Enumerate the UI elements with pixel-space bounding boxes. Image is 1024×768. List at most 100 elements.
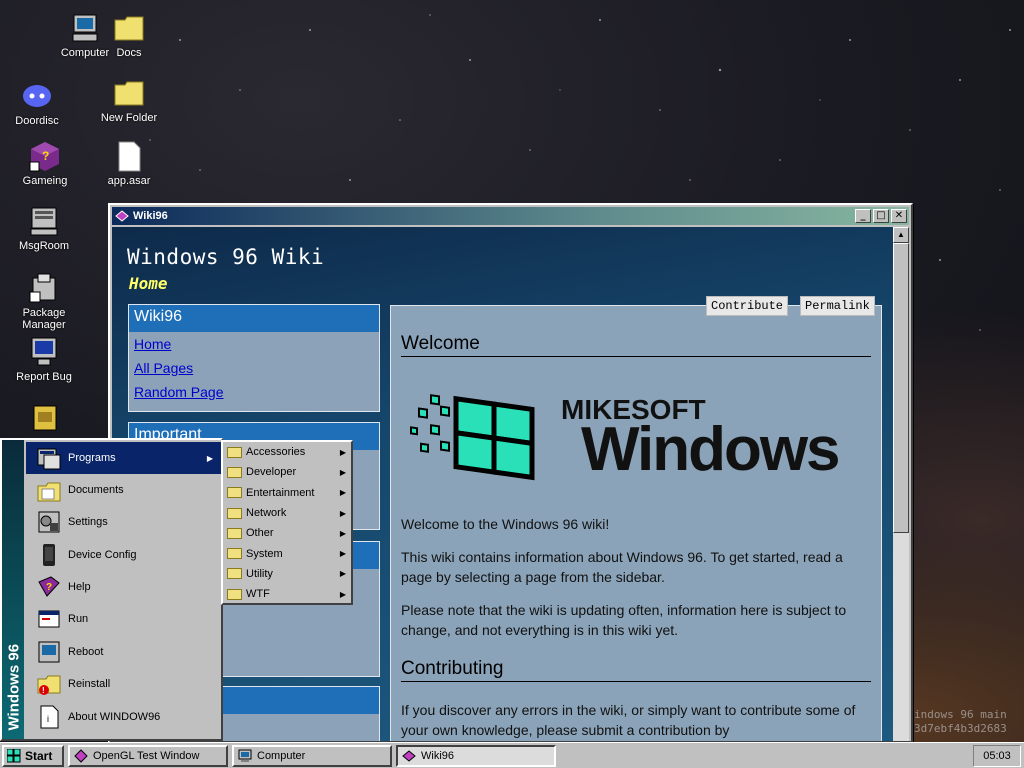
start-item-settings[interactable]: Settings xyxy=(26,506,221,538)
taskbar-item-opengl[interactable]: OpenGL Test Window xyxy=(68,744,228,767)
submenu-item-label: Utility xyxy=(246,567,273,580)
vertical-scrollbar[interactable]: ▲ xyxy=(893,227,909,741)
taskbar-item-label: OpenGL Test Window xyxy=(93,749,200,762)
submenu-arrow-icon: ▶ xyxy=(339,569,346,579)
wiki-book-icon xyxy=(402,749,416,762)
submenu-item-label: Developer xyxy=(246,466,297,479)
watermark-line: 3d7ebf4b3d2683 xyxy=(914,722,1007,735)
minimize-button[interactable]: _ xyxy=(855,209,871,223)
device-icon xyxy=(43,544,55,566)
desktop-icon-doordisc[interactable]: Doordisc xyxy=(1,80,73,127)
desktop-icon-new-folder[interactable]: New Folder xyxy=(93,77,165,124)
watermark-line: indows 96 main xyxy=(914,708,1007,721)
submenu-item-accessories[interactable]: Accessories ▶ xyxy=(223,442,351,462)
desktop-icon-docs[interactable]: Docs xyxy=(93,12,165,59)
computer-icon xyxy=(238,749,252,762)
submenu-item-label: WTF xyxy=(246,588,270,601)
submenu-arrow-icon: ▶ xyxy=(339,528,346,538)
start-item-help[interactable]: ? Help xyxy=(26,571,221,603)
desktop-icon-label: Gameing xyxy=(22,175,68,187)
submenu-item-other[interactable]: Other ▶ xyxy=(223,523,351,543)
start-item-device-config[interactable]: Device Config xyxy=(26,539,221,571)
folder-icon xyxy=(227,466,242,478)
paragraph-intro: Welcome to the Windows 96 wiki! xyxy=(401,516,610,532)
submenu-item-entertainment[interactable]: Entertainment ▶ xyxy=(223,483,351,503)
start-item-label: Settings xyxy=(68,516,108,528)
submenu-item-label: System xyxy=(246,547,283,560)
folder-icon xyxy=(227,548,242,560)
taskbar-item-computer[interactable]: Computer xyxy=(232,744,392,767)
taskbar-item-wiki96[interactable]: Wiki96 xyxy=(396,744,556,767)
windows-flag-logo xyxy=(410,394,535,481)
wiki-book-icon xyxy=(115,210,129,222)
start-menu-brand: Windows 96 xyxy=(5,643,23,731)
page-subtitle: Home xyxy=(129,274,168,293)
submenu-arrow-icon: ▶ xyxy=(206,453,213,463)
desktop-icon-package-manager[interactable]: Package Manager xyxy=(8,272,80,331)
start-item-documents[interactable]: Documents xyxy=(26,474,221,506)
desktop-icon-label: Package Manager xyxy=(22,307,66,331)
submenu-item-label: Accessories xyxy=(246,446,306,459)
start-item-about[interactable]: i About WINDOW96 xyxy=(26,701,221,733)
window-titlebar[interactable]: Wiki96 _ □ ✕ xyxy=(112,207,909,225)
sidebar-link-home[interactable]: Home xyxy=(129,332,379,356)
start-menu-sidebar: Windows 96 xyxy=(2,440,24,739)
folder-icon xyxy=(227,507,242,519)
desktop-icon-report-bug[interactable]: Report Bug xyxy=(8,336,80,383)
opengl-icon xyxy=(74,748,88,763)
folder-icon xyxy=(227,527,242,539)
taskbar: Start OpenGL Test Window Computer Wiki96… xyxy=(0,742,1024,768)
package-icon xyxy=(28,272,60,304)
programs-submenu: Accessories ▶ Developer ▶ Entertainment ▶ N… xyxy=(221,440,353,605)
folder-icon xyxy=(227,446,242,458)
taskbar-item-label: Computer xyxy=(257,749,306,762)
window-title: Wiki96 xyxy=(133,210,168,222)
desktop-icon-label: MsgRoom xyxy=(18,240,70,252)
file-icon xyxy=(113,140,145,172)
start-item-label: Help xyxy=(68,581,91,593)
sidebar-link-all-pages[interactable]: All Pages xyxy=(129,356,379,380)
desktop-icon-gameing[interactable]: ? Gameing xyxy=(9,140,81,187)
folder-icon xyxy=(227,487,242,499)
windows-logo-icon xyxy=(7,748,21,762)
run-icon xyxy=(38,610,60,628)
desktop-icon-partial[interactable] xyxy=(8,402,80,437)
tool-icon xyxy=(28,402,60,434)
contribute-button[interactable]: Contribute xyxy=(706,296,789,316)
start-button[interactable]: Start xyxy=(2,744,64,767)
paragraph-notice: Please note that the wiki is updating of… xyxy=(401,602,847,638)
submenu-item-label: Entertainment xyxy=(246,486,315,499)
sidebar-box-header: Wiki96 xyxy=(129,305,379,332)
scroll-up-arrow-icon[interactable]: ▲ xyxy=(893,227,909,243)
sidebar-link-random-page[interactable]: Random Page xyxy=(129,380,379,404)
start-item-reinstall[interactable]: ! Reinstall xyxy=(26,668,221,700)
submenu-item-wtf[interactable]: WTF ▶ xyxy=(223,584,351,604)
submenu-item-system[interactable]: System ▶ xyxy=(223,543,351,563)
svg-text:?: ? xyxy=(42,149,49,163)
permalink-button[interactable]: Permalink xyxy=(800,296,875,316)
start-item-label: Device Config xyxy=(68,549,137,561)
start-item-programs[interactable]: Programs ▶ xyxy=(26,442,221,474)
folder-icon xyxy=(227,568,242,580)
submenu-item-label: Other xyxy=(246,527,274,540)
submenu-item-network[interactable]: Network ▶ xyxy=(223,503,351,523)
help-book-icon: ? xyxy=(38,576,60,597)
close-button[interactable]: ✕ xyxy=(891,209,907,223)
submenu-item-developer[interactable]: Developer ▶ xyxy=(223,462,351,482)
desktop-icon-app-asar[interactable]: app.asar xyxy=(93,140,165,187)
submenu-item-utility[interactable]: Utility ▶ xyxy=(223,564,351,584)
msgroom-icon xyxy=(28,205,60,237)
submenu-arrow-icon: ▶ xyxy=(339,549,346,559)
svg-text:i: i xyxy=(47,714,49,724)
desktop-icon-msgroom[interactable]: MsgRoom xyxy=(8,205,80,252)
folder-icon xyxy=(113,77,145,109)
mikesoft-windows-logo: MIKESOFT Windows xyxy=(401,376,881,496)
documents-icon xyxy=(37,482,61,502)
desktop-icon-label: Doordisc xyxy=(15,115,59,127)
scrollbar-thumb[interactable] xyxy=(893,243,909,533)
start-item-reboot[interactable]: Reboot xyxy=(26,636,221,668)
start-item-run[interactable]: Run xyxy=(26,603,221,635)
page-title: Windows 96 Wiki xyxy=(127,245,325,269)
taskbar-clock[interactable]: 05:03 xyxy=(973,745,1021,767)
maximize-button[interactable]: □ xyxy=(873,209,889,223)
